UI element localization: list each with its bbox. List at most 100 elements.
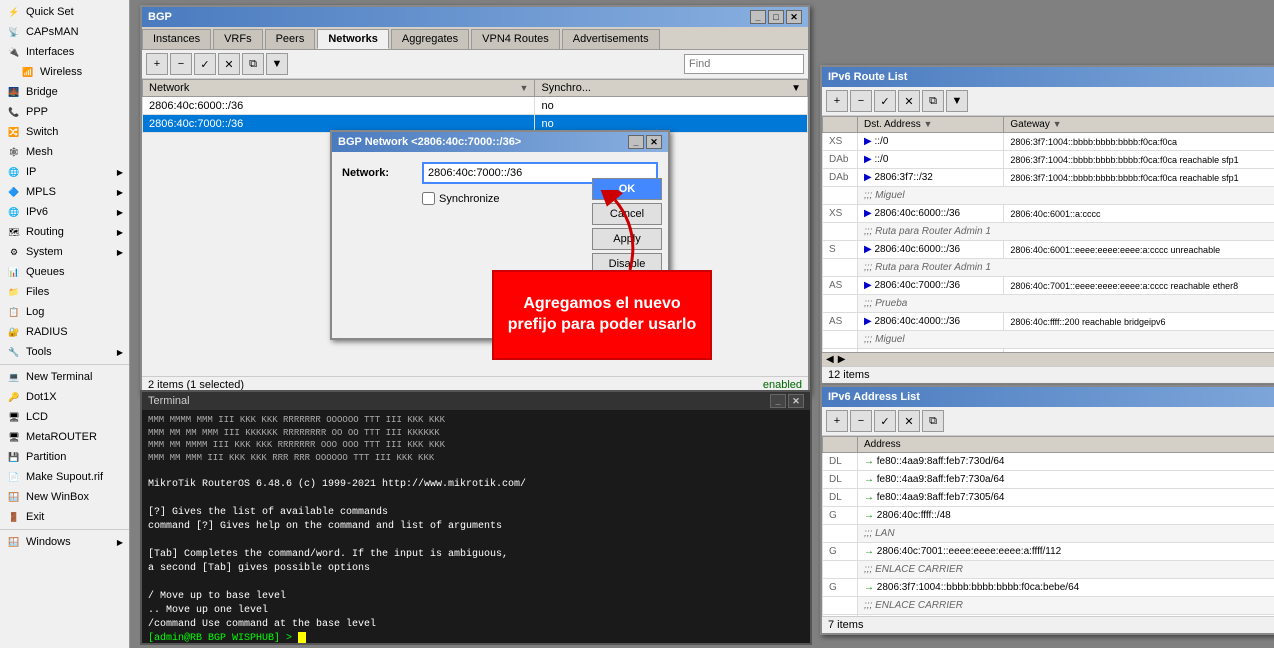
- check-btn[interactable]: ✓: [194, 53, 216, 75]
- bgp-minimize-btn[interactable]: _: [750, 10, 766, 24]
- sidebar-item-metarouter[interactable]: 🖥 MetaROUTER: [0, 427, 129, 447]
- sidebar-item-ipv6[interactable]: 🌐 IPv6 ▶: [0, 202, 129, 222]
- system-icon: ⚙: [6, 244, 22, 260]
- sidebar-item-new-winbox[interactable]: 🪟 New WinBox: [0, 487, 129, 507]
- sidebar-item-bridge[interactable]: 🌉 Bridge: [0, 82, 129, 102]
- addr-copy-btn[interactable]: ⧉: [922, 410, 944, 432]
- filter-btn[interactable]: ▼: [266, 53, 288, 75]
- ipv6-add-btn[interactable]: +: [826, 90, 848, 112]
- table-row[interactable]: XS ▶ ::/0 2806:3f7:1004::bbbb:bbbb:bbbb:…: [823, 133, 1274, 151]
- sidebar-item-routing[interactable]: 🗺 Routing ▶: [0, 222, 129, 242]
- table-row[interactable]: G → 2806:3f7:1004::bbbb:bbbb:bbbb:f0ca:b…: [823, 579, 1274, 597]
- table-row[interactable]: ;;; Miguel: [823, 331, 1274, 349]
- table-row[interactable]: ;;; Prueba: [823, 295, 1274, 313]
- table-row[interactable]: DL → fe80::4aa9:8aff:feb7:7305/64: [823, 489, 1274, 507]
- table-row[interactable]: ;;; LAN: [823, 525, 1274, 543]
- table-row[interactable]: AS ▶ 2806:40c:7000::/36 2806:40c:7001::e…: [823, 277, 1274, 295]
- addr-add-btn[interactable]: +: [826, 410, 848, 432]
- terminal-titlebar: Terminal _ ✕: [142, 392, 810, 410]
- table-row[interactable]: G → 2806:40c:7001::eeee:eeee:eeee:a:ffff…: [823, 543, 1274, 561]
- dialog-minimize-btn[interactable]: _: [628, 135, 644, 149]
- sidebar-item-queues[interactable]: 📊 Queues: [0, 262, 129, 282]
- tab-peers[interactable]: Peers: [265, 29, 316, 49]
- ipv6-filter-btn[interactable]: ▼: [946, 90, 968, 112]
- dst-cell: ▶ 2806:3f7::/32: [858, 169, 1004, 187]
- table-row[interactable]: S ▶ 2806:40c:6000::/36 2806:40c:6001::ee…: [823, 241, 1274, 259]
- table-row[interactable]: ;;; Ruta para Router Admin 1: [823, 223, 1274, 241]
- sidebar-item-ppp[interactable]: 📞 PPP: [0, 102, 129, 122]
- sidebar-item-make-supout[interactable]: 📄 Make Supout.rif: [0, 467, 129, 487]
- sidebar-item-windows[interactable]: 🪟 Windows ▶: [0, 532, 129, 552]
- col-flag-hdr[interactable]: [823, 117, 858, 133]
- sidebar-item-radius[interactable]: 🔐 RADIUS: [0, 322, 129, 342]
- tab-instances[interactable]: Instances: [142, 29, 211, 49]
- sidebar-item-quickset[interactable]: ⚡ Quick Set: [0, 2, 129, 22]
- table-row[interactable]: DAb ▶ 2806:3f7::/32 2806:3f7:1004::bbbb:…: [823, 169, 1274, 187]
- table-row[interactable]: ;;; Ruta para Router Admin 1: [823, 259, 1274, 277]
- table-row[interactable]: DL → fe80::4aa9:8aff:feb7:730d/64: [823, 453, 1274, 471]
- scroll-right-btn[interactable]: ▶: [838, 354, 846, 365]
- sidebar-item-new-terminal[interactable]: 💻 New Terminal: [0, 367, 129, 387]
- sidebar-item-switch[interactable]: 🔀 Switch: [0, 122, 129, 142]
- tab-aggregates[interactable]: Aggregates: [391, 29, 469, 49]
- ipv6-remove-btn[interactable]: −: [850, 90, 872, 112]
- sidebar-item-log[interactable]: 📋 Log: [0, 302, 129, 322]
- add-btn[interactable]: +: [146, 53, 168, 75]
- sidebar-item-files[interactable]: 📁 Files: [0, 282, 129, 302]
- terminal-close-btn[interactable]: ✕: [788, 394, 804, 408]
- terminal-minimize-btn[interactable]: _: [770, 394, 786, 408]
- ipv6-cross-btn[interactable]: ✕: [898, 90, 920, 112]
- sidebar-item-ip[interactable]: 🌐 IP ▶: [0, 162, 129, 182]
- table-row[interactable]: XS ▶ 2806:40c:6000::/36 2806:40c:6001::a…: [823, 205, 1274, 223]
- table-row[interactable]: ;;; Miguel: [823, 187, 1274, 205]
- sidebar-item-interfaces[interactable]: 🔌 Interfaces: [0, 42, 129, 62]
- scroll-left-btn[interactable]: ◀: [826, 354, 834, 365]
- table-row[interactable]: ;;; ENLACE CARRIER: [823, 561, 1274, 579]
- remove-btn[interactable]: −: [170, 53, 192, 75]
- sidebar-item-dot1x[interactable]: 🔑 Dot1X: [0, 387, 129, 407]
- ipv6-route-content: + − ✓ ✕ ⧉ ▼ Dst. Address ▼ Gateway ▼ Dis…: [822, 87, 1274, 383]
- terminal-body[interactable]: MMM MMMM MMM III KKK KKK RRRRRRR OOOOOO …: [142, 410, 810, 643]
- sidebar-item-capsman[interactable]: 📡 CAPsMAN: [0, 22, 129, 42]
- bgp-maximize-btn[interactable]: □: [768, 10, 784, 24]
- copy-btn[interactable]: ⧉: [242, 53, 264, 75]
- sidebar-item-wireless[interactable]: 📶 Wireless: [0, 62, 129, 82]
- col-dst[interactable]: Dst. Address ▼: [858, 117, 1004, 133]
- sidebar-item-mpls[interactable]: 🔷 MPLS ▶: [0, 182, 129, 202]
- sidebar-item-tools[interactable]: 🔧 Tools ▶: [0, 342, 129, 362]
- synchronize-checkbox[interactable]: [422, 192, 435, 205]
- comment-cell: ;;; Prueba: [858, 295, 1274, 313]
- table-row[interactable]: ;;; ENLACE CARRIER: [823, 597, 1274, 615]
- addr-cross-btn[interactable]: ✕: [898, 410, 920, 432]
- tab-vpn4routes[interactable]: VPN4 Routes: [471, 29, 560, 49]
- col-flag-hdr[interactable]: [823, 437, 858, 453]
- tab-vrfs[interactable]: VRFs: [213, 29, 263, 49]
- flag-cell: AS: [823, 313, 858, 331]
- table-row[interactable]: DAb ▶ ::/0 2806:3f7:1004::bbbb:bbbb:bbbb…: [823, 151, 1274, 169]
- ipv6-copy-btn[interactable]: ⧉: [922, 90, 944, 112]
- addr-check-btn[interactable]: ✓: [874, 410, 896, 432]
- sidebar-item-system[interactable]: ⚙ System ▶: [0, 242, 129, 262]
- sidebar-item-partition[interactable]: 💾 Partition: [0, 447, 129, 467]
- tab-networks[interactable]: Networks: [317, 29, 389, 49]
- bgp-find-input[interactable]: [684, 54, 804, 74]
- ipv6-addr-content: + − ✓ ✕ ⧉ ▼ ≡ Address: [822, 407, 1274, 633]
- bgp-close-btn[interactable]: ✕: [786, 10, 802, 24]
- table-row[interactable]: 2806:40c:6000::/36 no: [143, 97, 808, 115]
- tab-advertisements[interactable]: Advertisements: [562, 29, 660, 49]
- table-row[interactable]: G → 2806:40c:ffff::/48: [823, 507, 1274, 525]
- addr-remove-btn[interactable]: −: [850, 410, 872, 432]
- col-gw[interactable]: Gateway ▼: [1004, 117, 1274, 133]
- col-address[interactable]: Address ▼ ≡: [858, 437, 1274, 453]
- ipv6-check-btn[interactable]: ✓: [874, 90, 896, 112]
- sidebar-item-lcd[interactable]: 🖥 LCD: [0, 407, 129, 427]
- col-synchro[interactable]: Synchro... ▼: [535, 80, 808, 97]
- sidebar-item-mesh[interactable]: 🕸 Mesh: [0, 142, 129, 162]
- sidebar-item-exit[interactable]: 🚪 Exit: [0, 507, 129, 527]
- dialog-close-btn[interactable]: ✕: [646, 135, 662, 149]
- cross-btn[interactable]: ✕: [218, 53, 240, 75]
- col-network[interactable]: Network ▼: [143, 80, 535, 97]
- mpls-icon: 🔷: [6, 184, 22, 200]
- table-row[interactable]: DL → fe80::4aa9:8aff:feb7:730a/64: [823, 471, 1274, 489]
- table-row[interactable]: AS ▶ 2806:40c:4000::/36 2806:40c:ffff::2…: [823, 313, 1274, 331]
